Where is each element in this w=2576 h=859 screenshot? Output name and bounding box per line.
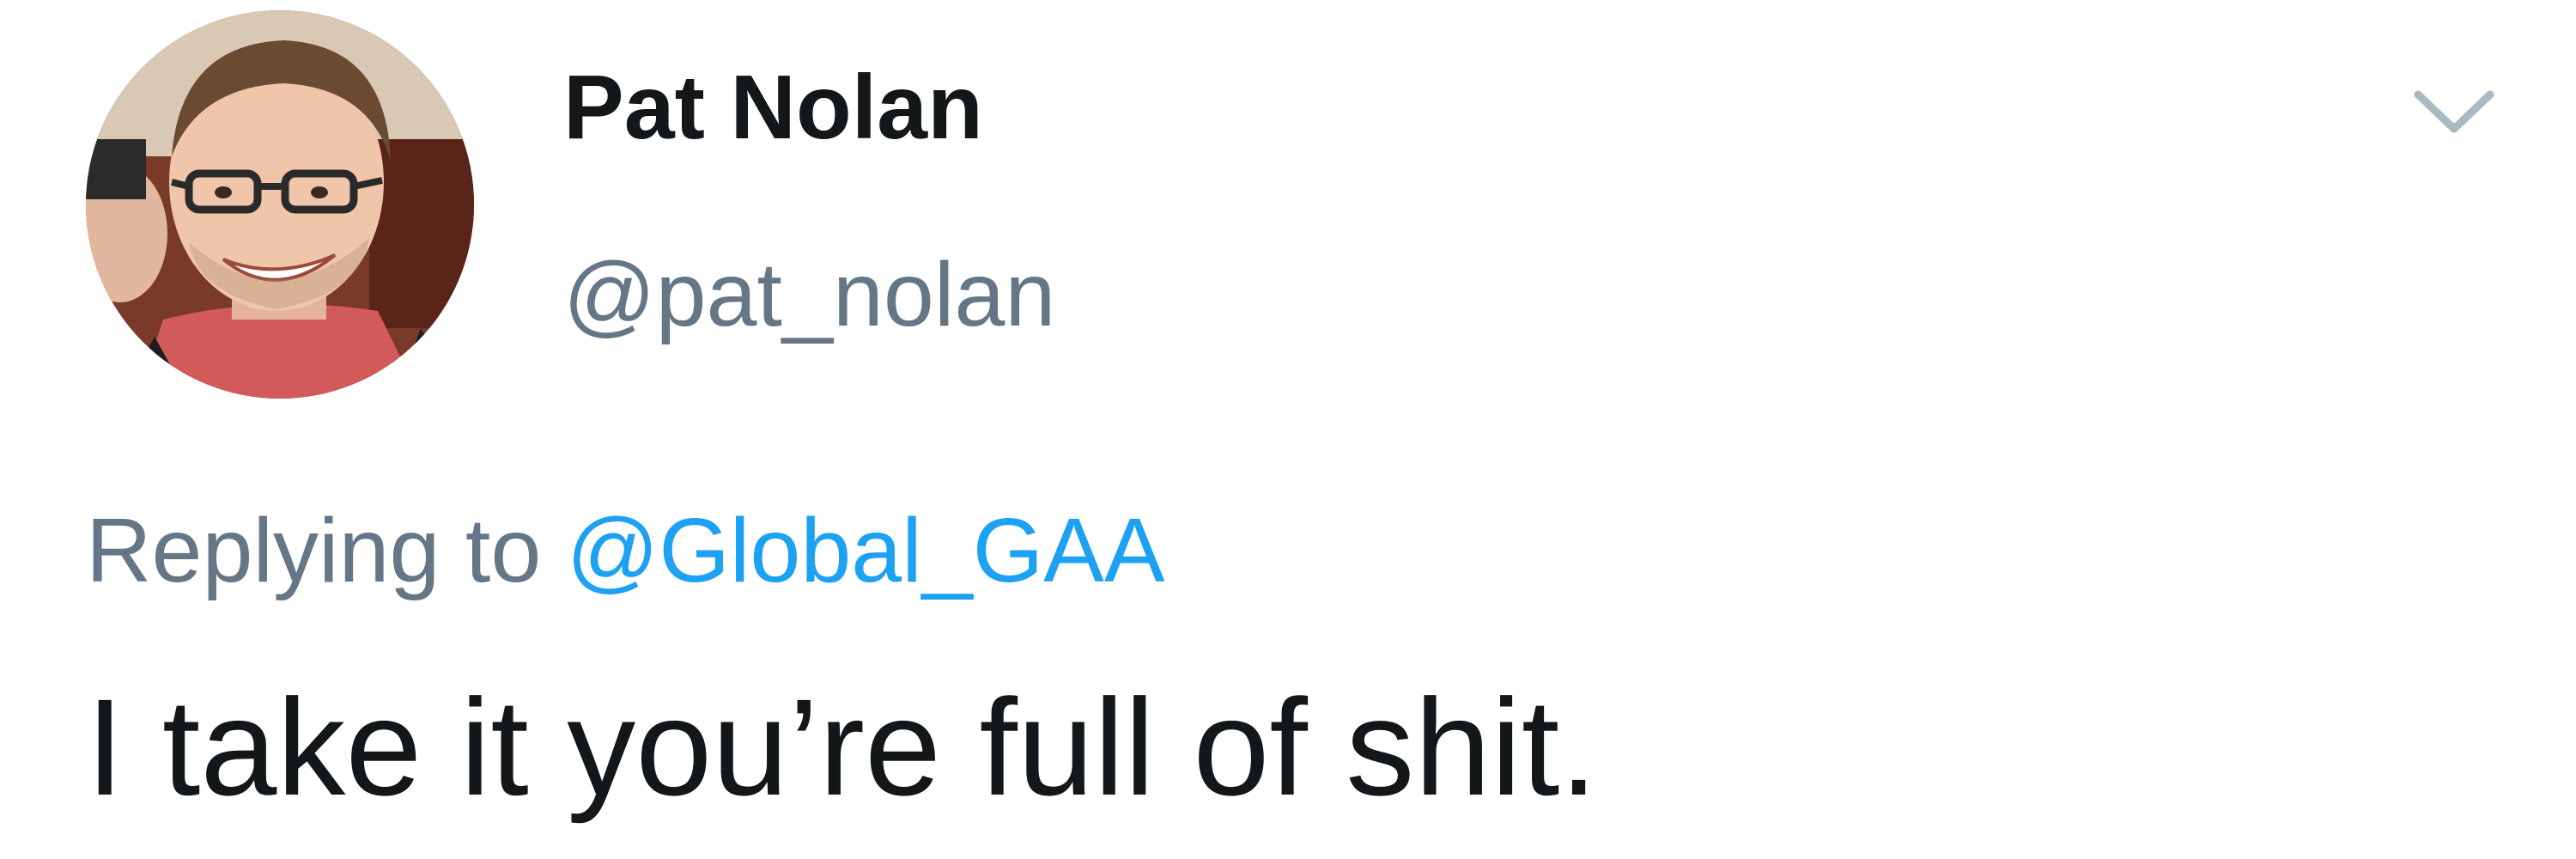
reply-context: Replying to @Global_GAA: [86, 505, 1165, 596]
chevron-down-icon: [2414, 90, 2494, 133]
avatar-photo-icon: [86, 10, 474, 399]
reply-mention-link[interactable]: @Global_GAA: [567, 500, 1165, 601]
author-display-name[interactable]: Pat Nolan: [563, 62, 983, 153]
tweet-menu-button[interactable]: [2411, 86, 2497, 137]
author-handle[interactable]: @pat_nolan: [563, 249, 1055, 340]
tweet-text: I take it you’re full of shit.: [86, 670, 1598, 824]
reply-prefix: Replying to: [86, 500, 542, 601]
tweet-card: Pat Nolan @pat_nolan Replying to @Global…: [0, 0, 2576, 859]
avatar[interactable]: [86, 10, 474, 399]
